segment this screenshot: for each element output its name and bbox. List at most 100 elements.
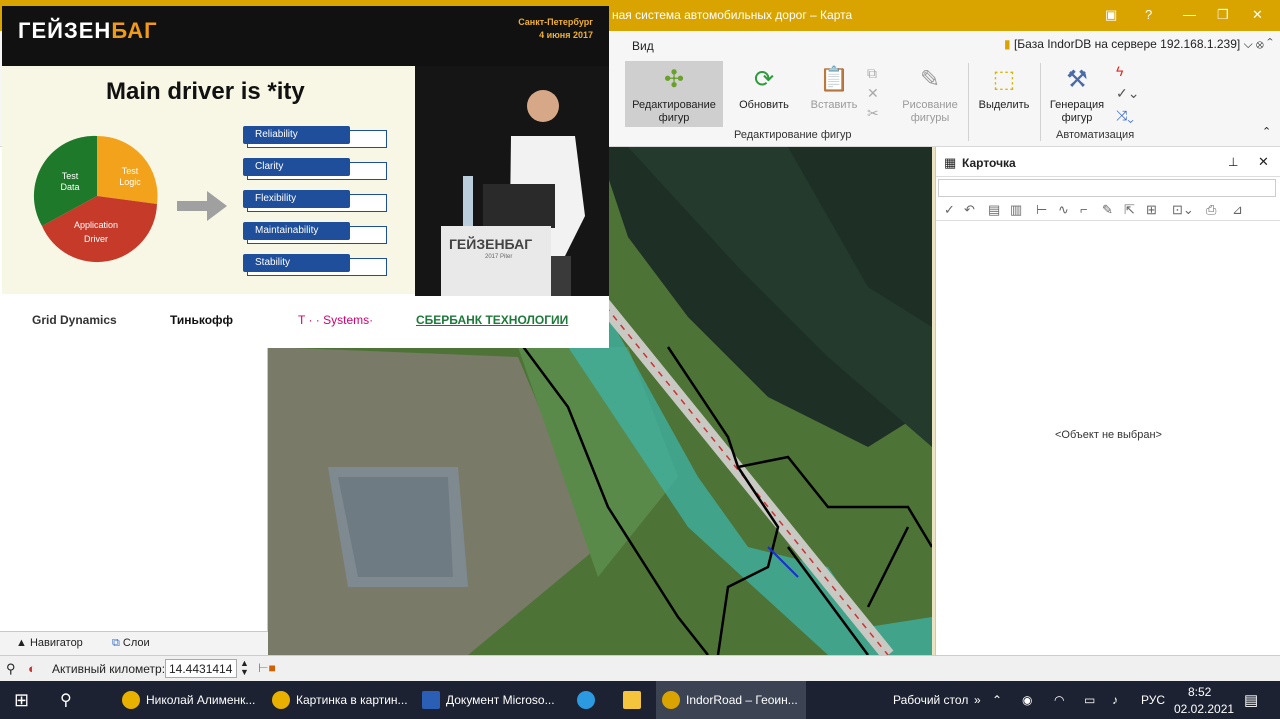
indorroad-icon [662,691,680,709]
pie-label-app-driver: Application Driver [73,220,119,244]
tab-navigator[interactable]: ▲ Навигатор [16,637,83,649]
cut-icon[interactable]: ✂ [867,105,879,122]
desktop-toolbar[interactable]: Рабочий стол [893,693,968,707]
go-to-km-icon[interactable]: ⊢■ [258,661,276,675]
delete-icon[interactable]: ✕ [867,85,879,102]
tab-view[interactable]: Вид [632,39,654,53]
draw-figure-button[interactable]: ✎ Рисование фигуры [898,61,962,125]
speaker-photo [415,66,609,296]
chrome-icon [272,691,290,709]
wifi-icon[interactable]: ◠ [1054,693,1064,707]
group-label-edit: Редактирование фигур [734,129,852,141]
select-icon: ⬚ [992,66,1016,93]
ruler-icon[interactable]: ⊞ [1146,202,1157,218]
slide-item-label: Flexibility [243,190,350,208]
language-indicator[interactable]: РУС [1141,693,1165,707]
word-icon [422,691,440,709]
taskbar-item-chrome-1[interactable]: Николай Алименк... [116,681,262,719]
curve-icon[interactable]: ∿ [1058,202,1069,218]
maximize-button[interactable]: ❐ [1217,7,1229,23]
taskbar-item-chrome-2[interactable]: Картинка в картин... [266,681,412,719]
list-icon[interactable]: ▥ [1010,202,1022,218]
show-hidden-icons[interactable]: ⌃ [992,693,1002,707]
database-info[interactable]: ▮ [База IndorDB на сервере 192.168.1.239… [1004,37,1273,52]
hammer-icon: ⚒ [1066,66,1088,93]
refresh-icon: ⟳ [753,66,775,93]
battery-icon[interactable]: ▭ [1084,693,1095,707]
edge-icon [577,691,595,709]
separator [1040,63,1041,141]
taskbar-item-edge[interactable] [566,681,606,719]
picture-in-picture-video[interactable]: ГЕЙЗЕНБАГ Санкт-Петербург 4 июня 2017 Ma… [2,6,609,348]
windows-start-icon[interactable]: ⊞ [14,690,29,711]
pen-icon[interactable]: ✎ [1102,202,1113,218]
taskbar: ⊞ ⚲ Николай Алименк... Картинка в картин… [0,681,1280,719]
chevron-down-icon: ⌵ ⊗ ⌃ [1243,37,1273,51]
pencil-icon: ✎ [919,66,941,93]
panel-tabs: ▲ Навигатор ⧉ Слои [0,631,268,655]
table-icon: ▦ [944,155,957,170]
edit-nodes-icon: ✣ [663,66,685,93]
close-button[interactable]: ✕ [1252,7,1263,23]
form-icon[interactable]: ▤ [988,202,1000,218]
shuffle-icon[interactable]: ⤨⌄ [1116,107,1134,124]
kilometer-marker-icon[interactable]: ◐ [28,661,36,676]
card-search-field[interactable] [938,179,1276,197]
podium-sub: 2017 Piter [485,254,513,260]
edit-figures-button[interactable]: ✣ Редактирование фигур [625,61,723,127]
measure-icon[interactable]: ⊢ [1036,202,1047,218]
sponsor-grid-dynamics: Grid Dynamics [32,313,117,327]
card-title: Карточка [962,156,1016,170]
clipboard-icon: 📋 [819,66,849,93]
taskbar-item-word[interactable]: Документ Microso... [416,681,562,719]
tab-layers[interactable]: ⧉ Слои [112,637,150,650]
refresh-button[interactable]: ⟳ Обновить [734,61,794,112]
pointer-icon[interactable]: ⇱ [1124,202,1135,218]
conference-logo: ГЕЙЗЕНБАГ [18,18,158,43]
chevron-right-icon[interactable]: » [974,693,981,707]
card-panel: ▦ Карточка ⊥ ✕ ✓ ↶ ▤ ▥ ⊢ ∿ ⌐ ✎ ⇱ ⊞ ⊡⌄ ⎙ … [935,147,1280,655]
pin-location-icon[interactable]: ⚲ [6,661,16,677]
taskbar-item-indorroad[interactable]: IndorRoad – Геоин... [656,681,806,719]
minimize-button[interactable]: — [1183,7,1196,22]
volume-icon[interactable]: ♪ [1112,693,1118,707]
status-bar: ⚲ ◐ Активный километр: 14.4431414 ▲ ▼ ⊢■ [0,655,1280,681]
zoom-icon[interactable]: ⊡⌄ [1172,202,1194,218]
active-km-label: Активный километр: [52,662,166,676]
collapse-ribbon-icon[interactable]: ⌃ [1262,125,1271,138]
export-icon[interactable]: ⊿ [1232,202,1243,218]
notifications-icon[interactable]: ▤ [1244,691,1258,709]
chrome-tray-icon[interactable]: ◉ [1022,693,1032,707]
podium-logo: ГЕЙЗЕНБАГ [449,236,533,252]
paste-button[interactable]: 📋 Вставить [806,61,862,112]
angle-icon[interactable]: ⌐ [1080,202,1088,217]
pin-icon[interactable]: ⊥ [1228,155,1238,169]
chrome-icon [122,691,140,709]
folder-icon [623,691,641,709]
apply-icon[interactable]: ✓ [944,202,955,218]
window-title: ная система автомобильных дорог – Карта [612,8,853,22]
slide-item-label: Reliability [243,126,350,144]
slide-title: Main driver is *ity [106,78,305,105]
select-button[interactable]: ⬚ Выделить [975,61,1033,112]
card-toolbar: ✓ ↶ ▤ ▥ ⊢ ∿ ⌐ ✎ ⇱ ⊞ ⊡⌄ ⎙ ⊿ [936,199,1280,221]
clock-time[interactable]: 8:52 [1188,685,1211,699]
group-label-automation: Автоматизация [1056,129,1135,141]
check-dropdown-icon[interactable]: ✓⌄ [1116,85,1139,102]
active-km-input[interactable]: 14.4431414 [165,659,237,678]
generate-figures-button[interactable]: ⚒ Генерация фигур [1046,61,1108,125]
lightning-icon[interactable]: ϟ [1116,63,1123,79]
undo-icon[interactable]: ↶ [964,202,975,218]
taskbar-item-explorer[interactable] [612,681,652,719]
search-icon[interactable]: ⚲ [60,690,72,710]
conference-location: Санкт-Петербург 4 июня 2017 [518,17,593,40]
clock-date[interactable]: 02.02.2021 [1174,702,1234,716]
print-icon[interactable]: ⎙ [1206,202,1216,218]
close-icon[interactable]: ✕ [1258,154,1269,170]
help-icon[interactable]: ? [1145,7,1152,22]
presentation-slide: Main driver is *ity Test Data Test Logic… [2,66,415,294]
copy-icon[interactable]: ⧉ [867,65,877,82]
ribbon-options-icon[interactable]: ▣ [1105,7,1117,23]
layers-icon: ⧉ [112,637,120,649]
km-stepper[interactable]: ▲ ▼ [240,659,249,677]
